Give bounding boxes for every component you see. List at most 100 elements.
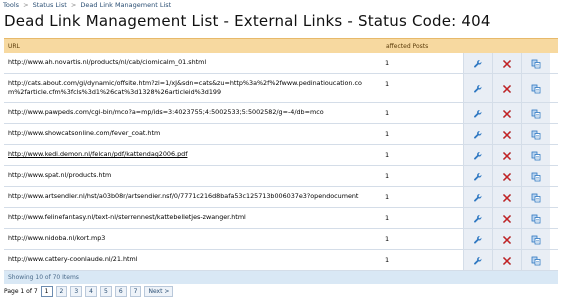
page-link-7[interactable]: 7 bbox=[129, 286, 142, 297]
edit-button[interactable] bbox=[463, 166, 492, 186]
table-row: http://cats.about.com/gi/dynamic/offsite… bbox=[4, 74, 558, 103]
table-row: http://www.cattery-coonlaude.nl/21.html 1 bbox=[4, 250, 558, 271]
dead-link-url[interactable]: http://www.artsendler.nl/hst/a03b08r/art… bbox=[8, 192, 358, 200]
breadcrumb-status-list[interactable]: Status List bbox=[33, 1, 67, 9]
affected-posts-cell: 1 bbox=[385, 214, 390, 222]
dead-link-url[interactable]: http://www.felinefantasy.nl/text-nl/ster… bbox=[8, 213, 246, 221]
affected-posts-cell: 1 bbox=[385, 80, 390, 88]
affected-posts-cell: 1 bbox=[385, 109, 390, 117]
page-link-6[interactable]: 6 bbox=[114, 286, 127, 297]
pagination: Page 1 of 7 1234567 Next > bbox=[4, 286, 176, 297]
breadcrumb-dead-link-list[interactable]: Dead Link Management List bbox=[80, 1, 171, 9]
delete-button[interactable] bbox=[492, 229, 521, 249]
copy-button[interactable] bbox=[521, 103, 550, 123]
url-cell: http://www.felinefantasy.nl/text-nl/ster… bbox=[4, 208, 377, 228]
table-row: http://www.pawpeds.com/cgi-bin/mco?a=mp/… bbox=[4, 103, 558, 124]
delete-button[interactable] bbox=[492, 145, 521, 165]
breadcrumb-separator-icon: > bbox=[23, 1, 29, 9]
copy-icon bbox=[531, 251, 541, 270]
wrench-icon bbox=[473, 125, 483, 144]
copy-button[interactable] bbox=[521, 166, 550, 186]
column-header-affected-posts[interactable]: affected Posts bbox=[384, 43, 428, 50]
edit-button[interactable] bbox=[463, 250, 492, 270]
dead-link-url[interactable]: http://www.pawpeds.com/cgi-bin/mco?a=mp/… bbox=[8, 108, 324, 116]
delete-button[interactable] bbox=[492, 208, 521, 228]
url-cell: http://www.showcatsonline.com/fever_coat… bbox=[4, 124, 377, 144]
copy-button[interactable] bbox=[521, 250, 550, 270]
table-footer: Showing 10 of 70 Items bbox=[4, 271, 558, 284]
wrench-icon bbox=[473, 167, 483, 186]
copy-icon bbox=[531, 209, 541, 228]
url-cell: http://www.artsendler.nl/hst/a03b08r/art… bbox=[4, 187, 377, 207]
table-header: URL affected Posts bbox=[4, 38, 558, 53]
table-row: http://www.artsendler.nl/hst/a03b08r/art… bbox=[4, 187, 558, 208]
delete-button[interactable] bbox=[492, 250, 521, 270]
red-x-icon bbox=[502, 125, 512, 144]
delete-button[interactable] bbox=[492, 74, 521, 102]
affected-posts-cell: 1 bbox=[385, 59, 390, 67]
dead-link-url[interactable]: http://www.cattery-coonlaude.nl/21.html bbox=[8, 255, 138, 263]
page-link-5[interactable]: 5 bbox=[99, 286, 112, 297]
column-header-url[interactable]: URL bbox=[4, 43, 384, 50]
page-indicator: Page 1 of 7 bbox=[4, 288, 38, 295]
edit-button[interactable] bbox=[463, 103, 492, 123]
url-cell: http://www.cattery-coonlaude.nl/21.html bbox=[4, 250, 377, 270]
next-page-button[interactable]: Next > bbox=[144, 286, 174, 297]
wrench-icon bbox=[473, 188, 483, 207]
copy-button[interactable] bbox=[521, 124, 550, 144]
page-link-4[interactable]: 4 bbox=[85, 286, 97, 297]
delete-button[interactable] bbox=[492, 103, 521, 123]
dead-link-url[interactable]: http://www.ah.novartis.nl/products/nl/ca… bbox=[8, 58, 206, 66]
copy-button[interactable] bbox=[521, 74, 550, 102]
edit-button[interactable] bbox=[463, 124, 492, 144]
dead-links-table: URL affected Posts http://www.ah.novarti… bbox=[4, 38, 558, 284]
table-row: http://www.kedi.demon.nl/felcan/pdf/katt… bbox=[4, 145, 558, 166]
copy-button[interactable] bbox=[521, 53, 550, 73]
delete-button[interactable] bbox=[492, 187, 521, 207]
dead-link-url[interactable]: http://cats.about.com/gi/dynamic/offsite… bbox=[8, 79, 362, 96]
page-link-2[interactable]: 2 bbox=[55, 286, 68, 297]
copy-button[interactable] bbox=[521, 208, 550, 228]
copy-icon bbox=[531, 104, 541, 123]
wrench-icon bbox=[473, 79, 483, 98]
edit-button[interactable] bbox=[463, 53, 492, 73]
wrench-icon bbox=[473, 251, 483, 270]
red-x-icon bbox=[502, 230, 512, 249]
delete-button[interactable] bbox=[492, 53, 521, 73]
edit-button[interactable] bbox=[463, 229, 492, 249]
delete-button[interactable] bbox=[492, 124, 521, 144]
wrench-icon bbox=[473, 146, 483, 165]
breadcrumb-separator-icon: > bbox=[70, 1, 77, 9]
table-body: http://www.ah.novartis.nl/products/nl/ca… bbox=[4, 53, 558, 271]
red-x-icon bbox=[502, 104, 512, 123]
copy-icon bbox=[531, 54, 541, 73]
wrench-icon bbox=[473, 54, 483, 73]
copy-icon bbox=[531, 79, 541, 98]
affected-posts-cell: 1 bbox=[385, 130, 390, 138]
affected-posts-cell: 1 bbox=[385, 235, 390, 243]
page-link-3[interactable]: 3 bbox=[70, 286, 83, 297]
copy-button[interactable] bbox=[521, 145, 550, 165]
copy-button[interactable] bbox=[521, 229, 550, 249]
table-row: http://www.felinefantasy.nl/text-nl/ster… bbox=[4, 208, 558, 229]
edit-button[interactable] bbox=[463, 208, 492, 228]
dead-link-url[interactable]: http://www.kedi.demon.nl/felcan/pdf/katt… bbox=[8, 150, 187, 158]
affected-posts-cell: 1 bbox=[385, 151, 390, 159]
url-cell: http://www.kedi.demon.nl/felcan/pdf/katt… bbox=[4, 145, 377, 165]
edit-button[interactable] bbox=[463, 187, 492, 207]
wrench-icon bbox=[473, 230, 483, 249]
copy-icon bbox=[531, 188, 541, 207]
breadcrumb-tools[interactable]: Tools bbox=[3, 1, 19, 9]
edit-button[interactable] bbox=[463, 74, 492, 102]
dead-link-url[interactable]: http://www.showcatsonline.com/fever_coat… bbox=[8, 129, 160, 137]
page-link-1[interactable]: 1 bbox=[40, 286, 53, 297]
table-row: http://www.nidoba.nl/kort.mp3 1 bbox=[4, 229, 558, 250]
table-row: http://www.ah.novartis.nl/products/nl/ca… bbox=[4, 53, 558, 74]
copy-button[interactable] bbox=[521, 187, 550, 207]
red-x-icon bbox=[502, 209, 512, 228]
edit-button[interactable] bbox=[463, 145, 492, 165]
wrench-icon bbox=[473, 209, 483, 228]
dead-link-url[interactable]: http://www.nidoba.nl/kort.mp3 bbox=[8, 234, 105, 242]
delete-button[interactable] bbox=[492, 166, 521, 186]
dead-link-url[interactable]: http://www.spat.nl/products.htm bbox=[8, 171, 111, 179]
